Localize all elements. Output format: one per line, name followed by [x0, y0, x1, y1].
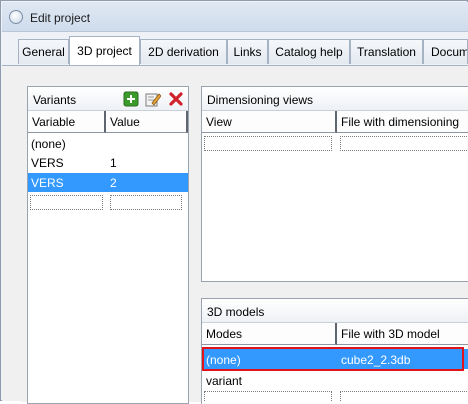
tab-general[interactable]: General: [18, 39, 69, 64]
variants-header: Variants: [28, 87, 188, 111]
variant-value: 2: [110, 176, 117, 190]
project-panel-area: Variants Variable Value (none) VERS 1 VE…: [21, 72, 468, 404]
variant-row[interactable]: (none): [28, 134, 188, 153]
window-title: Edit project: [30, 11, 91, 25]
tab-2d-derivation[interactable]: 2D derivation: [140, 39, 227, 64]
3d-models-title: 3D models: [207, 305, 265, 319]
add-icon[interactable]: [123, 91, 139, 107]
modes-column-header[interactable]: Modes: [202, 323, 337, 345]
variant-value: 1: [110, 156, 117, 170]
3d-models-header: 3D models: [202, 299, 468, 323]
new-variable-field[interactable]: [30, 195, 103, 210]
variant-row-selected[interactable]: VERS 2: [28, 173, 188, 192]
new-model-file-field[interactable]: [340, 391, 468, 401]
edit-icon[interactable]: [145, 91, 161, 107]
3d-models-panel: 3D models Modes File with 3D model (none…: [201, 298, 468, 404]
tab-links[interactable]: Links: [227, 39, 268, 64]
variable-column-header[interactable]: Variable: [28, 111, 106, 133]
new-value-field[interactable]: [110, 195, 182, 210]
highlight-frame: [202, 347, 464, 371]
new-view-field[interactable]: [204, 136, 332, 151]
new-dimensioning-file-field[interactable]: [340, 136, 468, 151]
tab-strip: General 3D project 2D derivation Links C…: [2, 32, 468, 66]
tab-3d-project[interactable]: 3D project: [69, 36, 140, 65]
variant-variable: VERS: [31, 156, 64, 170]
tab-translation[interactable]: Translation: [350, 39, 423, 64]
3d-model-row[interactable]: variant: [202, 371, 468, 390]
delete-icon[interactable]: [168, 91, 184, 107]
title-bar: Edit project: [2, 2, 468, 32]
model-mode: variant: [206, 374, 243, 388]
tab-documents[interactable]: Docum: [423, 39, 468, 64]
variant-variable: (none): [31, 137, 66, 151]
variant-variable: VERS: [31, 176, 64, 190]
dimensioning-title: Dimensioning views: [207, 93, 314, 107]
3d-model-file-column-header[interactable]: File with 3D model: [337, 323, 468, 345]
variant-row[interactable]: VERS 1: [28, 153, 188, 172]
tab-catalog-help[interactable]: Catalog help: [268, 39, 350, 64]
variants-title: Variants: [33, 93, 77, 107]
value-column-header[interactable]: Value: [106, 111, 188, 133]
tab-content: Variants Variable Value (none) VERS 1 VE…: [2, 65, 468, 404]
dimensioning-file-column-header[interactable]: File with dimensioning: [337, 111, 468, 133]
new-mode-field[interactable]: [204, 391, 332, 401]
variants-panel: Variants Variable Value (none) VERS 1 VE…: [27, 86, 189, 404]
dimensioning-views-panel: Dimensioning views View File with dimens…: [201, 86, 468, 282]
app-icon: [9, 10, 23, 24]
edit-project-window: Edit project General 3D project 2D deriv…: [0, 0, 468, 404]
dimensioning-header: Dimensioning views: [202, 87, 468, 111]
view-column-header[interactable]: View: [202, 111, 337, 133]
